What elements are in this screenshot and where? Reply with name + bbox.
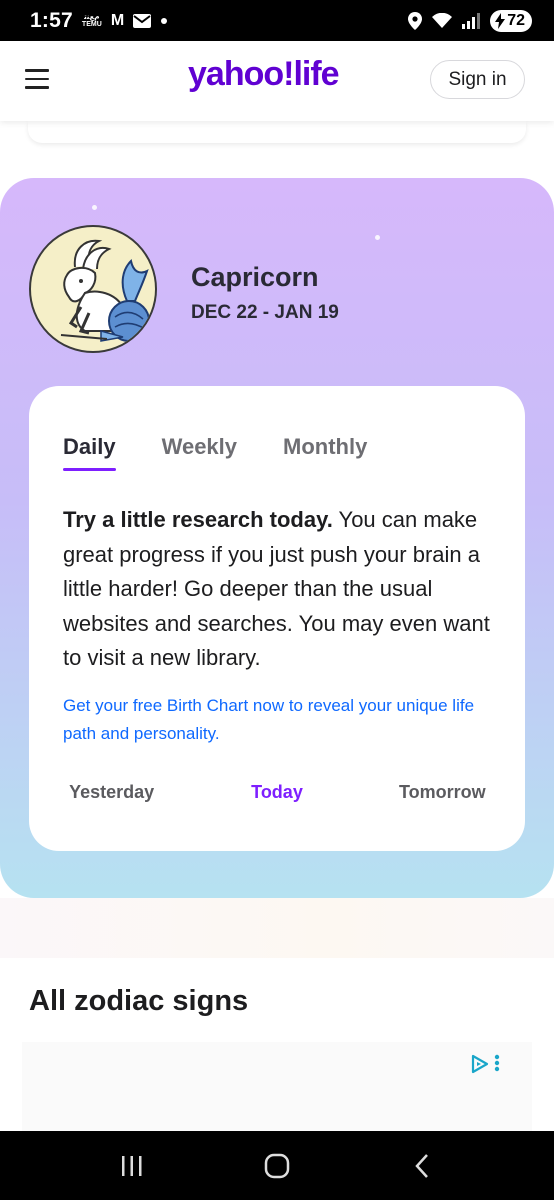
hamburger-menu-icon[interactable] xyxy=(25,69,49,89)
birth-chart-link[interactable]: Get your free Birth Chart now to reveal … xyxy=(63,692,503,748)
tab-monthly[interactable]: Monthly xyxy=(283,434,367,460)
back-button[interactable] xyxy=(402,1146,442,1186)
sign-in-button[interactable]: Sign in xyxy=(430,60,525,99)
battery-indicator: 72 xyxy=(490,9,532,32)
horoscope-hero: Capricorn DEC 22 - JAN 19 Daily Weekly M… xyxy=(0,178,554,898)
dot-icon xyxy=(161,17,168,24)
home-button[interactable] xyxy=(257,1146,297,1186)
sparkle-decoration xyxy=(375,235,380,240)
back-icon xyxy=(414,1153,428,1178)
today-button[interactable]: Today xyxy=(194,782,359,803)
capricorn-illustration xyxy=(29,225,157,353)
temu-notification-icon: ﻡﻊﻨﺗ TEMU xyxy=(82,14,102,28)
system-navigation-bar xyxy=(0,1131,554,1200)
app-header: yahoo!life Sign in xyxy=(0,41,554,121)
ad-placeholder xyxy=(22,1042,532,1132)
temu-bottom-text: TEMU xyxy=(81,20,102,28)
tomorrow-button[interactable]: Tomorrow xyxy=(360,782,525,803)
sparkle-decoration xyxy=(92,205,97,210)
all-zodiac-signs-heading: All zodiac signs xyxy=(29,985,249,1017)
sign-date-range: DEC 22 - JAN 19 xyxy=(191,302,339,323)
tab-daily[interactable]: Daily xyxy=(63,434,116,471)
horoscope-reading: Try a little research today. You can mak… xyxy=(63,503,513,676)
tab-weekly[interactable]: Weekly xyxy=(162,434,237,460)
adchoices-icon[interactable] xyxy=(470,1054,490,1074)
status-right: 72 xyxy=(408,9,532,32)
home-icon xyxy=(264,1153,290,1178)
yahoo-life-logo[interactable]: yahoo!life xyxy=(188,55,340,94)
horoscope-reading-card: Daily Weekly Monthly Try a little resear… xyxy=(29,386,525,851)
status-left: 1:57 ﻡﻊﻨﺗ TEMU M xyxy=(30,9,168,33)
period-tabs: Daily Weekly Monthly xyxy=(63,434,413,471)
recent-apps-button[interactable] xyxy=(112,1146,152,1186)
mail-icon xyxy=(133,13,152,28)
day-navigation: Yesterday Today Tomorrow xyxy=(29,782,525,803)
reading-lead: Try a little research today. xyxy=(63,507,333,532)
sign-name: Capricorn xyxy=(191,262,319,292)
wifi-icon xyxy=(432,12,453,28)
yesterday-button[interactable]: Yesterday xyxy=(29,782,194,803)
section-divider xyxy=(0,898,554,958)
capricorn-icon xyxy=(60,239,150,342)
status-bar: 1:57 ﻡﻊﻨﺗ TEMU M 72 xyxy=(0,0,554,41)
temu-top-text: ﻡﻊﻨﺗ xyxy=(84,13,100,21)
location-icon xyxy=(408,11,423,30)
recent-apps-icon xyxy=(122,1155,142,1176)
more-options-icon[interactable] xyxy=(494,1054,500,1072)
gmail-icon: M xyxy=(110,11,125,29)
signal-icon xyxy=(462,12,481,29)
battery-level: 72 xyxy=(507,11,525,29)
charging-icon xyxy=(495,12,506,29)
previous-card-edge xyxy=(28,121,526,143)
status-time: 1:57 xyxy=(30,8,73,32)
